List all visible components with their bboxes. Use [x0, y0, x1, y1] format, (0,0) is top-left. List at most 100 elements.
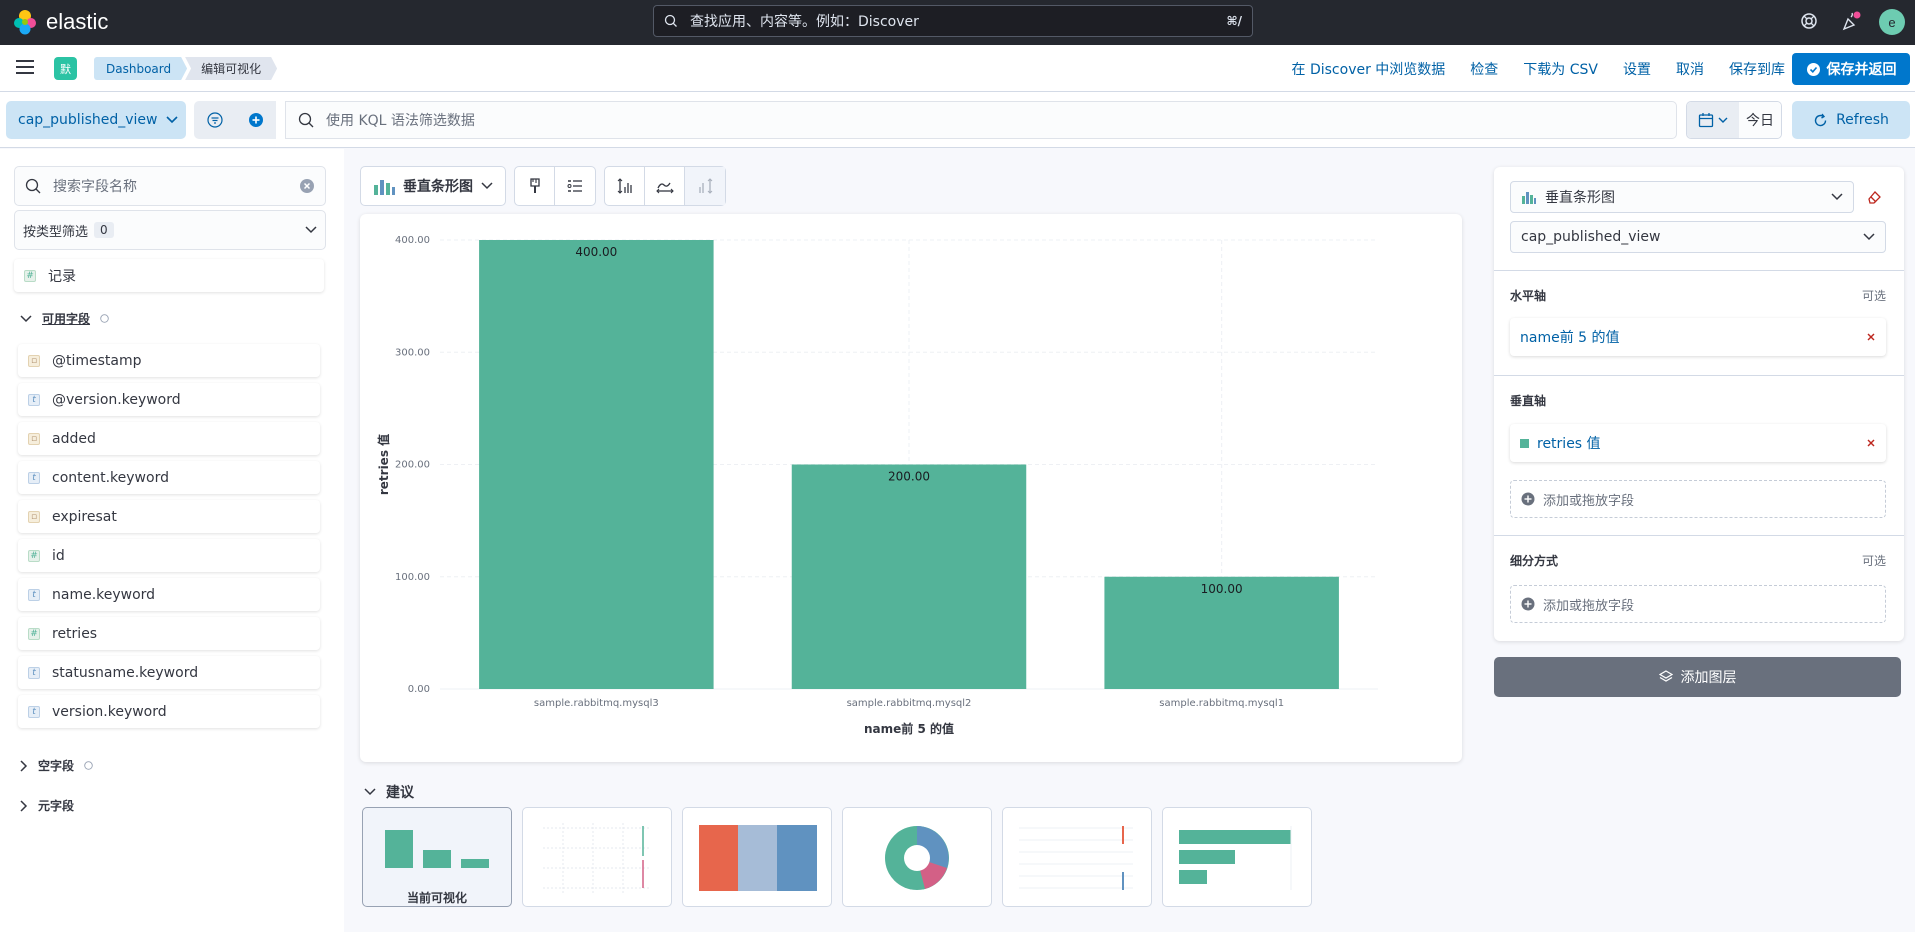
- field-name: added: [52, 430, 96, 447]
- add-layer-button[interactable]: 添加图层: [1494, 657, 1901, 697]
- field-item[interactable]: # id: [18, 539, 320, 572]
- clear-layer-icon[interactable]: [1866, 189, 1882, 205]
- breadcrumb: Dashboard 编辑可视化: [94, 57, 277, 80]
- visual-options-icon[interactable]: [515, 167, 555, 205]
- horizontal-axis-value: name前 5 的值: [1520, 330, 1620, 346]
- remove-icon[interactable]: [1866, 438, 1876, 448]
- field-item[interactable]: ▫ @timestamp: [18, 344, 320, 377]
- settings-link[interactable]: 设置: [1623, 59, 1651, 79]
- elastic-logo[interactable]: elastic: [12, 9, 108, 35]
- series-color-swatch: [1520, 438, 1529, 448]
- add-filter-icon[interactable]: [235, 101, 276, 139]
- suggestion-line[interactable]: [522, 807, 672, 907]
- suggestions-label: 建议: [386, 785, 414, 801]
- available-fields-header[interactable]: 可用字段: [20, 310, 109, 327]
- heatmap-thumbnail: [1019, 826, 1133, 890]
- cancel-link[interactable]: 取消: [1676, 59, 1704, 79]
- plus-circle-icon: [1521, 492, 1535, 506]
- app-nav-bar: 默 Dashboard 编辑可视化 在 Discover 中浏览数据 检查 下载…: [0, 45, 1915, 92]
- filter-menu-icon[interactable]: [194, 101, 235, 139]
- field-item[interactable]: ▫ expiresat: [18, 500, 320, 533]
- kql-query-input[interactable]: 使用 KQL 语法筛选数据: [285, 101, 1677, 139]
- search-icon: [25, 178, 41, 194]
- menu-icon[interactable]: [16, 59, 34, 75]
- chart-type-switcher[interactable]: 垂直条形图: [360, 166, 506, 206]
- bar[interactable]: [791, 464, 1027, 690]
- logo-text: elastic: [46, 9, 109, 34]
- field-search-input[interactable]: 搜索字段名称: [14, 166, 326, 206]
- legend-icon[interactable]: [555, 167, 595, 205]
- horizontal-axis-optional: 可选: [1861, 289, 1886, 303]
- save-and-return-label: 保存并返回: [1826, 62, 1897, 78]
- help-icon: [100, 314, 109, 323]
- space-badge[interactable]: 默: [54, 57, 77, 80]
- save-to-library-link[interactable]: 保存到库: [1729, 59, 1785, 79]
- explore-in-discover-link[interactable]: 在 Discover 中浏览数据: [1292, 59, 1446, 79]
- kql-placeholder: 使用 KQL 语法筛选数据: [326, 113, 475, 129]
- stacked-bar-thumbnail: [699, 825, 817, 891]
- field-search-placeholder: 搜索字段名称: [53, 179, 137, 195]
- field-item[interactable]: t @version.keyword: [18, 383, 320, 416]
- horizontal-axis-dimension[interactable]: name前 5 的值: [1510, 318, 1886, 356]
- bar-chart[interactable]: 0.00 100.00 200.00 300.00 400.00 400.00 sample…: [360, 214, 1462, 762]
- top-nav-links: 在 Discover 中浏览数据 检查 下载为 CSV 设置 取消 保存到库: [1292, 59, 1785, 79]
- filter-by-type-label: 按类型筛选: [23, 224, 89, 240]
- user-avatar[interactable]: e: [1879, 9, 1905, 35]
- date-picker[interactable]: 今日: [1686, 101, 1782, 139]
- chevron-down-icon: [481, 182, 493, 190]
- suggestions-header[interactable]: 建议: [364, 782, 414, 802]
- layer-data-view-select[interactable]: cap_published_view: [1510, 221, 1886, 253]
- right-axis-icon: [685, 167, 725, 205]
- chevron-down-icon: [305, 226, 317, 234]
- meta-fields-header[interactable]: 元字段: [20, 797, 74, 814]
- date-range-text[interactable]: 今日: [1739, 102, 1781, 138]
- breakdown-add-field[interactable]: 添加或拖放字段: [1510, 585, 1886, 623]
- breadcrumb-dashboard[interactable]: Dashboard: [94, 57, 187, 80]
- x-tick-label: sample.rabbitmq.mysql2: [847, 698, 972, 709]
- remove-icon[interactable]: [1866, 332, 1876, 342]
- calendar-icon: [1698, 113, 1714, 128]
- date-type-icon: ▫: [28, 510, 40, 523]
- data-view-picker[interactable]: cap_published_view: [6, 101, 186, 139]
- empty-fields-header[interactable]: 空字段: [20, 757, 93, 774]
- vertical-axis-value: retries 值: [1537, 436, 1601, 452]
- horizontal-axis-label: 水平轴: [1510, 289, 1547, 303]
- records-field[interactable]: # 记录: [14, 259, 324, 292]
- field-item[interactable]: t statusname.keyword: [18, 656, 320, 689]
- help-icon[interactable]: [1799, 11, 1821, 33]
- vertical-axis-dimension[interactable]: retries 值: [1510, 424, 1886, 462]
- number-type-icon: #: [24, 269, 36, 282]
- save-and-return-button[interactable]: 保存并返回: [1792, 53, 1910, 85]
- global-search-input[interactable]: 查找应用、内容等。例如：Discover ⌘/: [653, 5, 1253, 37]
- refresh-label: Refresh: [1836, 112, 1889, 128]
- layer-chart-type-select[interactable]: 垂直条形图: [1510, 181, 1854, 213]
- suggestion-stacked[interactable]: [682, 807, 832, 907]
- suggestion-donut[interactable]: [842, 807, 992, 907]
- inspect-link[interactable]: 检查: [1470, 59, 1498, 79]
- refresh-button[interactable]: Refresh: [1792, 101, 1910, 139]
- field-item[interactable]: # retries: [18, 617, 320, 650]
- bar[interactable]: [479, 240, 714, 689]
- bottom-axis-icon[interactable]: [645, 167, 685, 205]
- suggestion-heatmap[interactable]: [1002, 807, 1152, 907]
- clear-icon[interactable]: [299, 178, 315, 194]
- quick-date-menu[interactable]: [1687, 102, 1739, 138]
- suggestion-horizontal-bar[interactable]: [1162, 807, 1312, 907]
- breakdown-label: 细分方式: [1510, 554, 1559, 568]
- left-axis-icon[interactable]: [605, 167, 645, 205]
- news-feed-icon[interactable]: [1840, 11, 1862, 33]
- vertical-axis-add-field[interactable]: 添加或拖放字段: [1510, 480, 1886, 518]
- chart-type-button[interactable]: 垂直条形图: [361, 167, 505, 205]
- field-item[interactable]: t name.keyword: [18, 578, 320, 611]
- suggestion-current[interactable]: 当前可视化: [362, 807, 512, 907]
- field-item[interactable]: t version.keyword: [18, 695, 320, 728]
- layer-chart-type-label: 垂直条形图: [1545, 190, 1615, 206]
- chart-panel: 0.00 100.00 200.00 300.00 400.00 400.00 sample…: [360, 214, 1462, 762]
- download-csv-link[interactable]: 下载为 CSV: [1523, 59, 1598, 79]
- filter-by-type[interactable]: 按类型筛选 0: [14, 210, 326, 250]
- field-item[interactable]: ▫ added: [18, 422, 320, 455]
- string-type-icon: t: [28, 393, 40, 406]
- field-item[interactable]: t content.keyword: [18, 461, 320, 494]
- help-icon: [84, 761, 93, 770]
- line-chart-thumbnail: [543, 823, 651, 893]
